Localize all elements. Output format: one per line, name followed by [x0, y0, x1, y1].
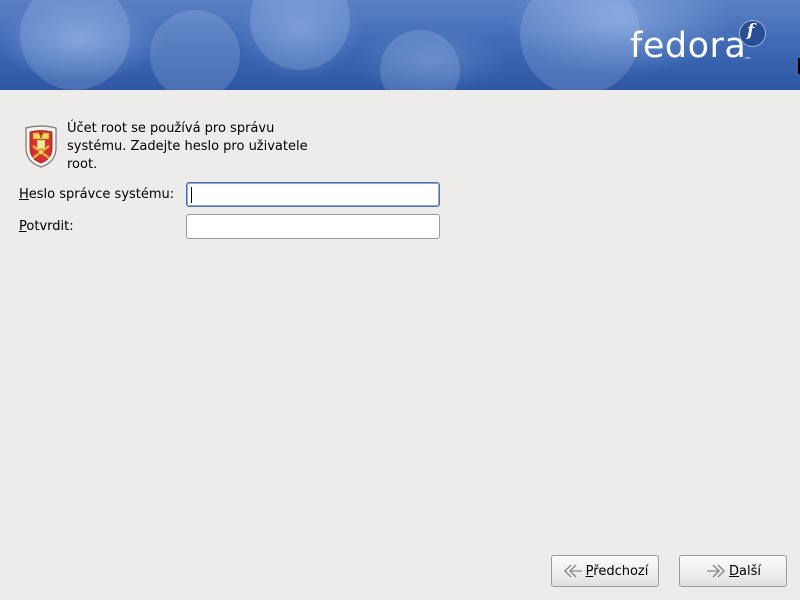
back-button-label: Předchozí	[586, 564, 649, 579]
back-label-text: ředchozí	[593, 563, 649, 579]
root-shield-icon	[25, 125, 57, 168]
root-password-input[interactable]	[186, 182, 440, 207]
next-button[interactable]: Další	[679, 555, 787, 587]
next-label-mnemonic: D	[729, 563, 740, 579]
arrow-back-icon	[563, 564, 582, 578]
logo-mark: f	[747, 21, 755, 41]
next-button-label: Další	[729, 564, 761, 579]
confirm-password-input[interactable]	[186, 214, 440, 239]
back-button[interactable]: Předchozí	[551, 555, 659, 587]
banner-bokeh	[250, 0, 350, 70]
header-banner: fedora f ™	[0, 0, 800, 90]
fedora-infinity-icon: f	[739, 20, 766, 47]
password-label-mnemonic: H	[19, 187, 29, 202]
banner-bokeh	[150, 10, 240, 90]
installer-window: fedora f ™ Účet root se používá pro sprá…	[0, 0, 800, 600]
banner-bokeh	[20, 0, 130, 90]
confirm-password-label: Potvrdit:	[19, 218, 74, 236]
confirm-label-text: otvrdit:	[26, 219, 74, 234]
banner-bokeh	[380, 30, 460, 90]
password-label-text: eslo správce systému:	[28, 187, 175, 202]
arrow-forward-icon	[707, 564, 725, 578]
fedora-logo: fedora f ™	[630, 20, 766, 70]
banner-bokeh	[520, 0, 640, 90]
root-password-label: Heslo správce systému:	[19, 186, 174, 204]
intro-description: Účet root se používá pro správu systému.…	[67, 121, 308, 172]
logo-wordmark: fedora	[630, 26, 747, 66]
next-label-text: alší	[739, 563, 761, 579]
logo-trademark: ™	[744, 56, 751, 64]
text-caret	[191, 187, 192, 203]
